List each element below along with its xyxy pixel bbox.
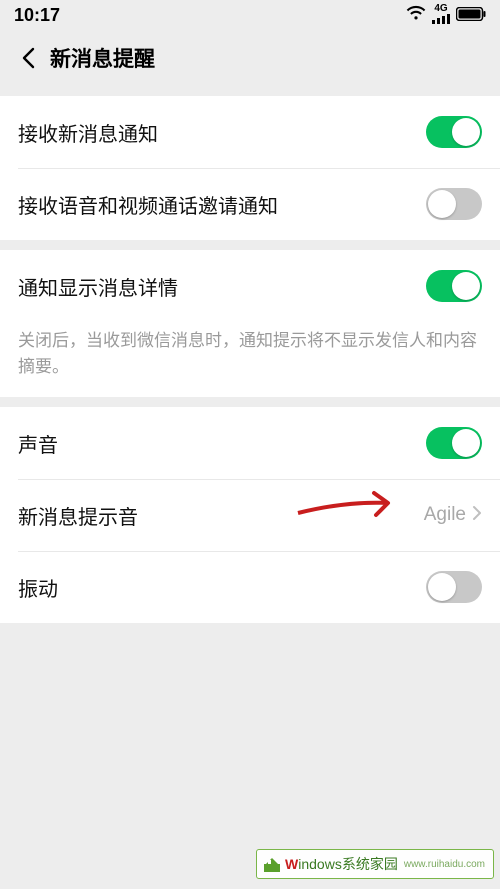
toggle-sound[interactable] (426, 427, 482, 459)
toggle-show-detail[interactable] (426, 270, 482, 302)
settings-group-2: 通知显示消息详情 关闭后，当收到微信消息时，通知提示将不显示发信人和内容摘要。 (0, 250, 500, 397)
chevron-left-icon (21, 47, 35, 69)
row-vibrate[interactable]: 振动 (0, 551, 500, 623)
row-label: 接收语音和视频通话邀请通知 (18, 190, 426, 219)
battery-icon (456, 5, 486, 26)
wifi-icon (406, 5, 426, 26)
row-label: 振动 (18, 573, 426, 602)
row-label: 声音 (18, 429, 426, 458)
status-time: 10:17 (14, 5, 60, 26)
row-tone[interactable]: 新消息提示音 Agile (0, 479, 500, 551)
settings-group-3: 声音 新消息提示音 Agile 振动 (0, 407, 500, 623)
toggle-receive-call[interactable] (426, 188, 482, 220)
row-sound[interactable]: 声音 (0, 407, 500, 479)
row-receive-msg[interactable]: 接收新消息通知 (0, 96, 500, 168)
group-note: 关闭后，当收到微信消息时，通知提示将不显示发信人和内容摘要。 (0, 322, 500, 397)
row-receive-call[interactable]: 接收语音和视频通话邀请通知 (0, 168, 500, 240)
row-label: 通知显示消息详情 (18, 272, 426, 301)
back-button[interactable] (8, 38, 48, 78)
watermark-url: www.ruihaidu.com (404, 859, 485, 870)
network-4g-icon: 4G (432, 4, 450, 27)
header: 新消息提醒 (0, 30, 500, 86)
watermark-logo-icon (263, 855, 281, 873)
toggle-vibrate[interactable] (426, 571, 482, 603)
chevron-right-icon (472, 505, 482, 526)
toggle-receive-msg[interactable] (426, 116, 482, 148)
watermark-brand: Windows系统家园 (285, 854, 398, 874)
settings-group-1: 接收新消息通知 接收语音和视频通话邀请通知 (0, 96, 500, 240)
row-label: 接收新消息通知 (18, 118, 426, 147)
row-show-detail[interactable]: 通知显示消息详情 (0, 250, 500, 322)
page-title: 新消息提醒 (50, 43, 155, 73)
status-right: 4G (406, 4, 486, 27)
watermark: Windows系统家园 www.ruihaidu.com (256, 849, 494, 879)
status-bar: 10:17 4G (0, 0, 500, 30)
row-label: 新消息提示音 (18, 501, 424, 530)
row-value: Agile (424, 504, 466, 526)
